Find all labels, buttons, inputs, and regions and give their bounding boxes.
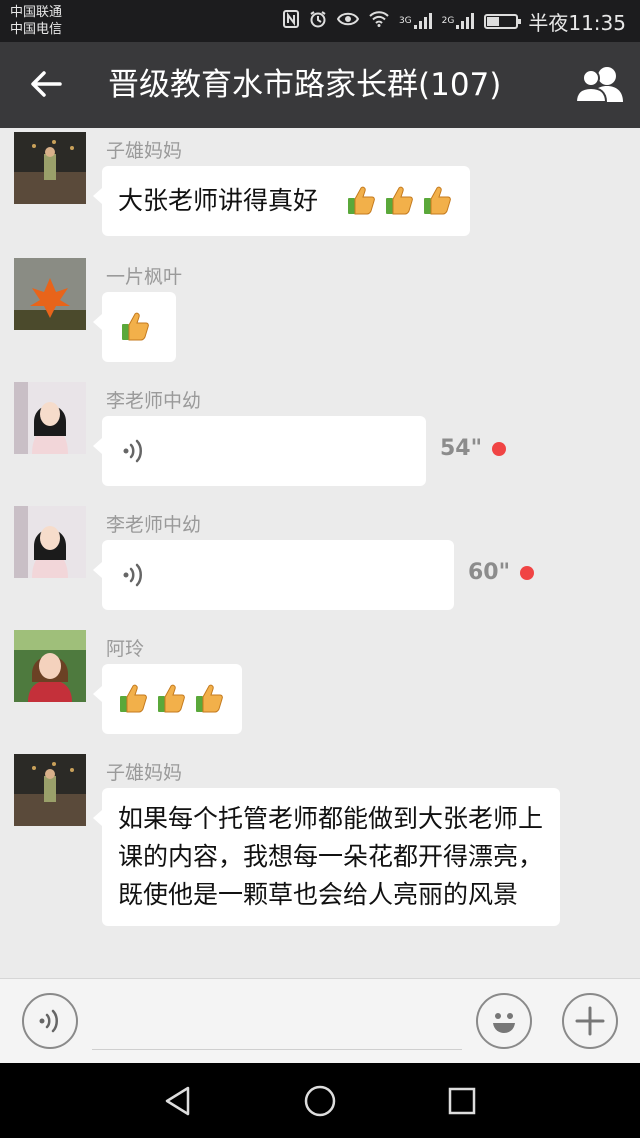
sender-name: 子雄妈妈 xyxy=(106,762,183,784)
voice-wave-icon xyxy=(123,563,142,587)
voice-message-bubble[interactable] xyxy=(93,540,454,610)
message-item: 子雄妈妈 如果每个托管老师都能做到大张老师上课的内容，我想每一朵花都开得漂亮，既… xyxy=(0,750,640,978)
battery-icon xyxy=(484,13,522,29)
system-nav-bar xyxy=(0,1063,640,1138)
thumbs-up-icon xyxy=(386,186,413,215)
sender-name: 阿玲 xyxy=(106,638,145,660)
unread-dot xyxy=(492,442,506,456)
message-bubble[interactable]: 如果每个托管老师都能做到大张老师上课的内容，我想每一朵花都开得漂亮，既使他是一颗… xyxy=(93,788,560,926)
group-members-icon[interactable] xyxy=(574,60,626,108)
emoji-smile-icon[interactable] xyxy=(476,993,532,1049)
nav-home-icon[interactable] xyxy=(300,1081,340,1121)
thumbs-up-icon xyxy=(424,186,451,215)
voice-input-icon[interactable] xyxy=(22,993,78,1049)
status-icons: 3G 2G 半夜11:35 xyxy=(282,0,626,42)
voice-wave-icon xyxy=(123,439,142,463)
sender-name: 子雄妈妈 xyxy=(106,140,183,162)
message-item: 李老师中幼 60" xyxy=(0,502,640,622)
message-item: 子雄妈妈 大张老师讲得真好 xyxy=(0,128,640,248)
back-arrow-icon[interactable] xyxy=(24,62,68,106)
wifi-icon xyxy=(369,11,389,31)
network-type-2: 2G xyxy=(441,15,455,26)
avatar[interactable] xyxy=(14,382,86,454)
carrier-2: 中国电信 xyxy=(10,22,63,37)
voice-duration: 54" xyxy=(440,436,483,461)
input-bar xyxy=(0,978,640,1063)
page-title: 晋级教育水市路家长群(107) xyxy=(108,67,502,103)
nfc-icon xyxy=(282,10,299,32)
network-type-1: 3G xyxy=(398,15,412,26)
plus-icon[interactable] xyxy=(562,993,618,1049)
unread-dot xyxy=(520,566,534,580)
message-item: 一片枫叶 xyxy=(0,254,640,374)
eye-icon xyxy=(336,11,360,31)
sender-name: 李老师中幼 xyxy=(106,390,202,412)
message-bubble[interactable] xyxy=(93,664,242,734)
avatar[interactable] xyxy=(14,132,86,204)
thumbs-up-icon xyxy=(348,186,375,215)
avatar[interactable] xyxy=(14,630,86,702)
carrier-info: 中国联通 中国电信 xyxy=(10,4,62,38)
message-bubble[interactable]: 大张老师讲得真好 xyxy=(93,166,470,236)
alarm-icon xyxy=(309,10,327,32)
nav-back-icon[interactable] xyxy=(158,1081,198,1121)
avatar[interactable] xyxy=(14,754,86,826)
message-text: 如果每个托管老师都能做到大张老师上课的内容，我想每一朵花都开得漂亮，既使他是一颗… xyxy=(118,804,544,909)
avatar[interactable] xyxy=(14,258,86,330)
carrier-1: 中国联通 xyxy=(10,5,63,20)
clock: 半夜11:35 xyxy=(528,10,626,35)
message-item: 阿玲 xyxy=(0,626,640,746)
message-text: 大张老师讲得真好 xyxy=(118,186,319,215)
chat-title-bar: 晋级教育水市路家长群(107) xyxy=(0,42,640,128)
avatar[interactable] xyxy=(14,506,86,578)
status-bar: 中国联通 中国电信 3G 2G 半夜11:35 xyxy=(0,0,640,42)
signal-icon: 3G xyxy=(399,13,432,29)
thumbs-up-icon xyxy=(158,684,185,713)
message-input[interactable] xyxy=(92,1049,462,1050)
nav-recents-icon[interactable] xyxy=(442,1081,482,1121)
voice-duration: 60" xyxy=(468,560,511,585)
chat-messages[interactable]: 子雄妈妈 大张老师讲得真好 一片枫叶 李老师中幼 54" 李老师中幼 60" 阿… xyxy=(0,128,640,978)
sender-name: 李老师中幼 xyxy=(106,514,202,536)
voice-message-bubble[interactable] xyxy=(93,416,426,486)
thumbs-up-icon xyxy=(196,684,223,713)
message-bubble[interactable] xyxy=(93,292,176,362)
thumbs-up-icon xyxy=(122,312,149,341)
sender-name: 一片枫叶 xyxy=(106,266,183,288)
thumbs-up-icon xyxy=(120,684,147,713)
signal-icon-2: 2G xyxy=(442,13,475,29)
message-item: 李老师中幼 54" xyxy=(0,378,640,498)
